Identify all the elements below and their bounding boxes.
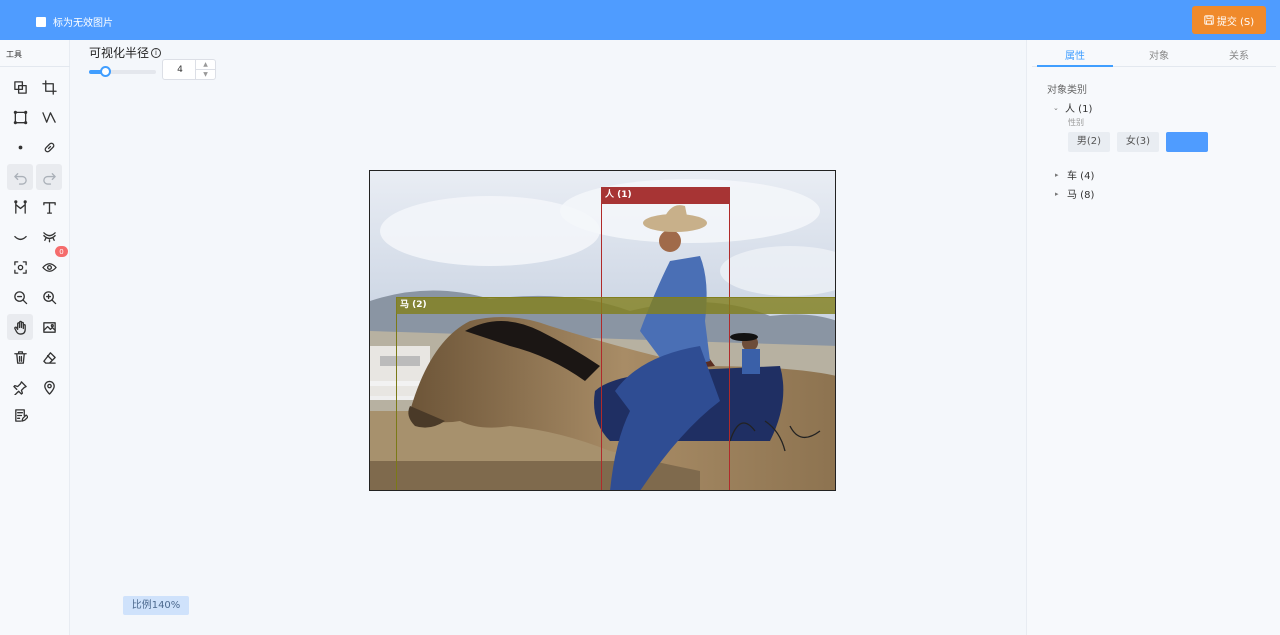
location-icon bbox=[43, 380, 55, 395]
focus-icon bbox=[13, 260, 27, 274]
properties-panel: 属性 对象 关系 对象类别 ⌄ 人 (1) 性别 男(2) 女(3) ▸ 车 (… bbox=[1026, 40, 1280, 635]
visual-radius-label: 可视化半径 i bbox=[89, 44, 162, 61]
chevron-right-icon: ▸ bbox=[1055, 189, 1059, 198]
eye-icon bbox=[41, 262, 57, 272]
undo-icon bbox=[13, 172, 27, 185]
eraser-icon bbox=[42, 351, 56, 364]
rectangle-icon bbox=[13, 110, 27, 124]
option-selected[interactable] bbox=[1166, 132, 1208, 152]
location-tool[interactable] bbox=[36, 374, 62, 400]
pin-icon bbox=[12, 380, 27, 395]
polyline-icon bbox=[41, 111, 56, 123]
submit-button[interactable]: 提交 (S) bbox=[1192, 6, 1266, 34]
category-car[interactable]: ▸ 车 (4) bbox=[1055, 167, 1095, 183]
category-person[interactable]: ⌄ 人 (1) bbox=[1053, 100, 1093, 116]
eye-closed-icon bbox=[13, 235, 27, 240]
tab-objects[interactable]: 对象 bbox=[1149, 47, 1169, 62]
eye-closed-tool[interactable] bbox=[7, 224, 33, 250]
copy-shapes-tool[interactable] bbox=[7, 74, 33, 100]
visibility-badge: 0 bbox=[55, 246, 68, 257]
rectangle-tool[interactable] bbox=[7, 104, 33, 130]
info-icon[interactable]: i bbox=[151, 47, 162, 58]
zoom-out-tool[interactable] bbox=[7, 284, 33, 310]
redo-button[interactable] bbox=[36, 164, 62, 190]
stepper-arrows: ▲ ▼ bbox=[195, 60, 215, 79]
gender-attribute-label: 性别 bbox=[1068, 118, 1084, 127]
annotation-canvas[interactable]: 人 (1) 马 (2) bbox=[369, 170, 836, 491]
undo-button[interactable] bbox=[7, 164, 33, 190]
panel-tabs: 属性 对象 关系 bbox=[1032, 40, 1276, 67]
eraser-tool[interactable] bbox=[36, 344, 62, 370]
tool-panel-divider bbox=[0, 66, 70, 67]
active-tab-underline bbox=[1037, 65, 1113, 67]
tool-panel-title: 工具 bbox=[6, 50, 22, 59]
zoom-out-icon bbox=[13, 290, 27, 304]
chevron-down-icon: ⌄ bbox=[1053, 103, 1059, 112]
zoom-in-tool[interactable] bbox=[36, 284, 62, 310]
zoom-level: 比例140% bbox=[123, 596, 189, 615]
redo-icon bbox=[42, 172, 56, 185]
zoom-in-icon bbox=[42, 290, 56, 304]
text-tool[interactable] bbox=[36, 194, 62, 220]
invalid-checkbox-box[interactable] bbox=[36, 16, 46, 27]
eyelashes-icon bbox=[42, 231, 56, 242]
category-person-label: 人 (1) bbox=[1065, 104, 1093, 115]
text-icon bbox=[42, 201, 56, 214]
tab-relations[interactable]: 关系 bbox=[1229, 47, 1249, 62]
visual-radius-input[interactable] bbox=[164, 61, 196, 78]
point-tool[interactable] bbox=[7, 134, 33, 160]
option-male[interactable]: 男(2) bbox=[1068, 132, 1110, 152]
object-category-title: 对象类别 bbox=[1047, 85, 1087, 96]
pin-tool[interactable] bbox=[7, 374, 33, 400]
point-icon bbox=[18, 145, 22, 149]
visual-radius-text: 可视化半径 bbox=[89, 46, 150, 60]
notes-icon bbox=[14, 408, 28, 422]
crop-tool[interactable] bbox=[36, 74, 62, 100]
link-icon bbox=[44, 142, 54, 152]
increase-arrow-icon[interactable]: ▲ bbox=[196, 60, 215, 70]
delete-tool[interactable] bbox=[7, 344, 33, 370]
invalid-image-label: 标为无效图片 bbox=[53, 18, 113, 29]
polyline-tool[interactable] bbox=[36, 104, 62, 130]
hand-icon bbox=[13, 320, 26, 335]
option-female[interactable]: 女(3) bbox=[1117, 132, 1159, 152]
save-icon bbox=[1204, 15, 1214, 25]
invalid-image-checkbox[interactable]: 标为无效图片 bbox=[36, 14, 113, 29]
category-horse-label: 马 (8) bbox=[1067, 190, 1095, 201]
keypoint-icon bbox=[13, 199, 27, 214]
notes-tool[interactable] bbox=[7, 402, 33, 428]
pan-tool[interactable] bbox=[7, 314, 33, 340]
tab-attributes[interactable]: 属性 bbox=[1065, 47, 1085, 62]
crop-icon bbox=[41, 79, 57, 95]
keypoint-tool[interactable] bbox=[7, 194, 33, 220]
decrease-arrow-icon[interactable]: ▼ bbox=[196, 70, 215, 80]
visual-radius-slider-handle[interactable] bbox=[100, 66, 111, 77]
bbox-person-label: 人 (1) bbox=[601, 187, 730, 204]
chevron-right-icon: ▸ bbox=[1055, 170, 1059, 179]
copy-shapes-icon bbox=[13, 80, 27, 94]
bbox-horse-label: 马 (2) bbox=[396, 297, 835, 314]
image-icon bbox=[42, 321, 56, 333]
category-horse[interactable]: ▸ 马 (8) bbox=[1055, 186, 1095, 202]
trash-icon bbox=[13, 350, 27, 364]
visual-radius-stepper[interactable]: ▲ ▼ bbox=[162, 59, 216, 80]
link-tool[interactable] bbox=[36, 134, 62, 160]
submit-label: 提交 (S) bbox=[1216, 16, 1255, 28]
image-tool[interactable] bbox=[36, 314, 62, 340]
category-car-label: 车 (4) bbox=[1067, 171, 1095, 182]
tool-panel: 工具 0 bbox=[0, 40, 70, 635]
bbox-horse[interactable]: 马 (2) bbox=[396, 297, 835, 490]
visibility-tool[interactable]: 0 bbox=[36, 246, 68, 280]
focus-tool[interactable] bbox=[7, 254, 33, 280]
top-bar: 标为无效图片 提交 (S) bbox=[0, 0, 1280, 40]
